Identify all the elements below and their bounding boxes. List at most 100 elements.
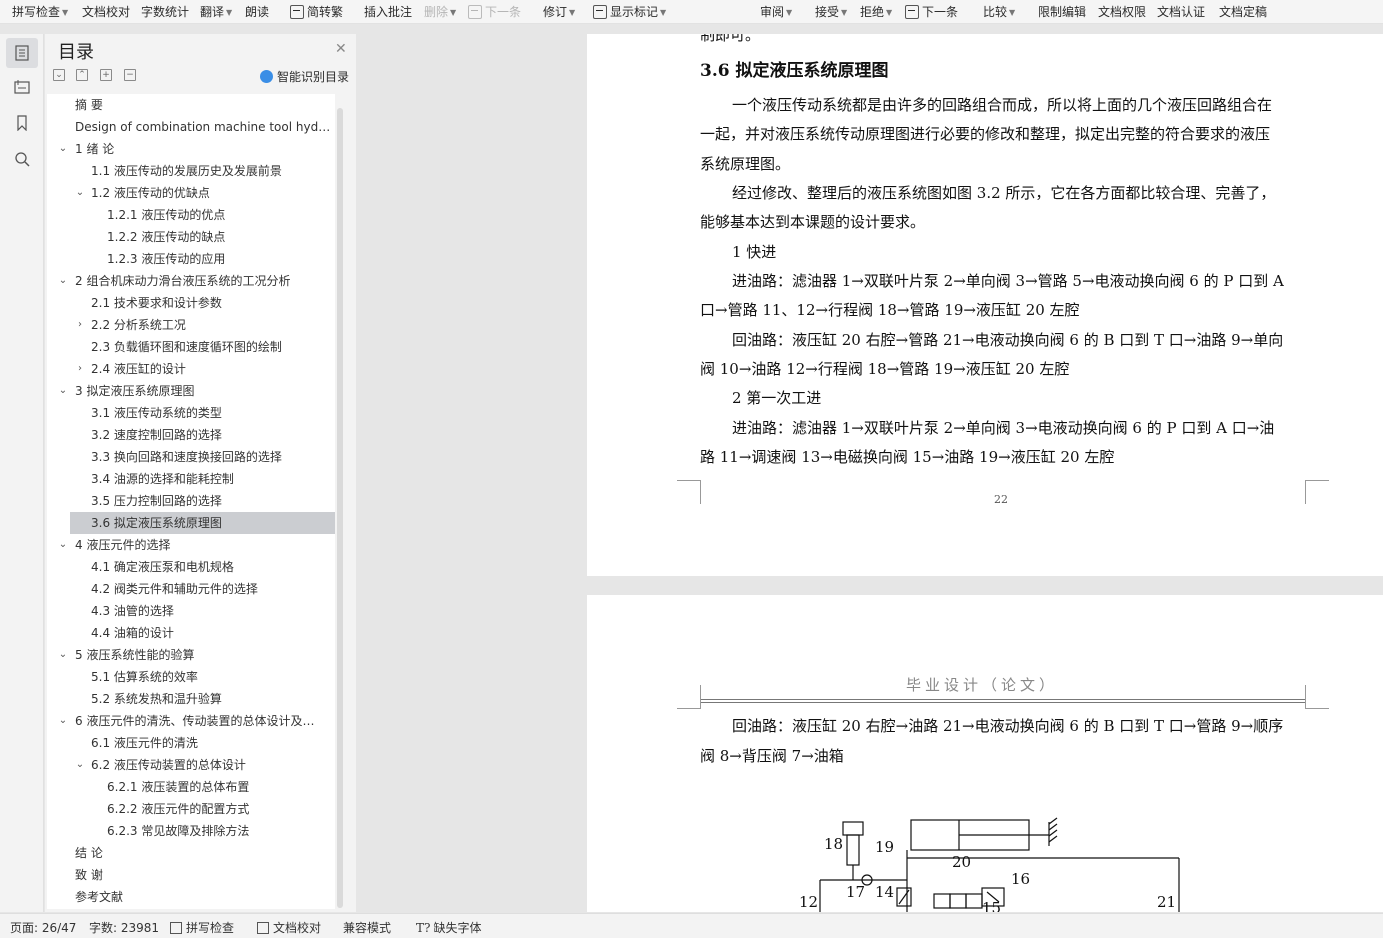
toc-item[interactable]: 2.1 技术要求和设计参数 — [47, 292, 335, 314]
simplified-to-traditional-button[interactable]: 简转繁 — [290, 4, 343, 20]
diagram-label: 14 — [875, 883, 895, 901]
toc-item[interactable]: ⌄ 5 液压系统性能的验算 — [47, 644, 335, 666]
toc-item[interactable]: 3.2 速度控制回路的选择 — [47, 424, 335, 446]
toc-item[interactable]: ⌄ 1.2 液压传动的优缺点 — [47, 182, 335, 204]
search-icon[interactable] — [6, 144, 38, 174]
toc-item[interactable]: 6.2.1 液压装置的总体布置 — [47, 776, 335, 798]
outline-icon[interactable] — [6, 38, 38, 68]
toc-item[interactable]: 5.2 系统发热和温升验算 — [47, 688, 335, 710]
toc-item[interactable]: 致 谢 — [47, 864, 335, 886]
chevron-down-icon[interactable]: ⌄ — [74, 182, 86, 204]
toc-item[interactable]: 6.2.3 常见故障及排除方法 — [47, 820, 335, 842]
doc-certify-button[interactable]: 文档认证 — [1157, 4, 1205, 20]
spell-check-toggle[interactable]: 拼写检查 — [170, 919, 234, 936]
page-indicator[interactable]: 页面: 26/47 — [10, 919, 76, 936]
paragraph-line: 进油路：滤油器 1→双联叶片泵 2→单向阀 3→管路 5→电液动换向阀 6 的 … — [732, 272, 1284, 290]
toc-item[interactable]: 4.2 阀类元件和辅助元件的选择 — [47, 578, 335, 600]
next-comment-icon — [468, 5, 482, 19]
chevron-down-icon[interactable]: ⌄ — [57, 138, 69, 160]
chevron-right-icon[interactable]: › — [74, 314, 86, 336]
translate-button[interactable]: 翻译 ▼ — [200, 4, 232, 20]
toc-item[interactable]: 1.2.1 液压传动的优点 — [47, 204, 335, 226]
paragraph-line: 经过修改、整理后的液压系统图如图 3.2 所示，它在各方面都比较合理、完善了， — [732, 184, 1276, 202]
compare-button[interactable]: 比较 ▼ — [983, 4, 1015, 20]
toc-item[interactable]: Design of combination machine tool hydr… — [47, 116, 335, 138]
word-count-button[interactable]: 字数统计 — [141, 4, 189, 20]
toc-title: 目录 — [58, 42, 94, 63]
toc-item[interactable]: 1.1 液压传动的发展历史及发展前景 — [47, 160, 335, 182]
toc-item[interactable]: 4.4 油箱的设计 — [47, 622, 335, 644]
toc-item[interactable]: › 2.4 液压缸的设计 — [47, 358, 335, 380]
chevron-down-icon[interactable]: ⌄ — [57, 644, 69, 666]
section-heading: 3.6 拟定液压系统原理图 — [700, 61, 889, 81]
chevron-down-icon[interactable]: ⌄ — [57, 710, 69, 732]
paragraph-line: 系统原理图。 — [700, 155, 791, 173]
toc-item[interactable]: ⌄ 4 液压元件的选择 — [47, 534, 335, 556]
toc-item[interactable]: 3.3 换向回路和速度换接回路的选择 — [47, 446, 335, 468]
toc-scrollbar[interactable] — [337, 108, 343, 908]
collapse-all-icon[interactable]: ⌄ — [53, 69, 65, 81]
header-rule — [700, 699, 1305, 700]
margin-corner-mark — [1305, 685, 1329, 709]
document-canvas[interactable]: 制即可。 3.6 拟定液压系统原理图 一个液压传动系统都是由许多的回路组合而成，… — [357, 34, 1383, 912]
chapter-icon[interactable] — [6, 72, 38, 102]
track-changes-button[interactable]: 修订 ▼ — [543, 4, 575, 20]
toc-item[interactable]: › 2.2 分析系统工况 — [47, 314, 335, 336]
toc-item[interactable]: 5.1 估算系统的效率 — [47, 666, 335, 688]
toc-item[interactable]: 参考文献 — [47, 886, 335, 908]
close-icon[interactable]: ✕ — [335, 41, 347, 57]
doc-proofread-button[interactable]: 文档校对 — [82, 4, 130, 20]
next-change-button[interactable]: 下一条 — [905, 4, 958, 20]
toc-item[interactable]: 4.3 油管的选择 — [47, 600, 335, 622]
review-button[interactable]: 审阅 ▼ — [760, 4, 792, 20]
chevron-right-icon[interactable]: › — [74, 358, 86, 380]
page-header: 毕业设计（论文） — [906, 676, 1059, 694]
next-comment-button[interactable]: 下一条 — [468, 4, 521, 20]
spell-check-button[interactable]: 拼写检查 ▼ — [12, 4, 68, 20]
chevron-down-icon[interactable]: ⌄ — [57, 270, 69, 292]
chevron-down-icon[interactable]: ⌄ — [57, 380, 69, 402]
accept-button[interactable]: 接受 ▼ — [815, 4, 847, 20]
read-aloud-button[interactable]: 朗读 — [245, 4, 269, 20]
toc-item[interactable]: 3.4 油源的选择和能耗控制 — [47, 468, 335, 490]
doc-finalize-button[interactable]: 文档定稿 — [1219, 4, 1267, 20]
bookmark-icon[interactable] — [6, 108, 38, 138]
toc-item[interactable]: 3.1 液压传动系统的类型 — [47, 402, 335, 424]
toc-item[interactable]: 4.1 确定液压泵和电机规格 — [47, 556, 335, 578]
missing-font-button[interactable]: T? 缺失字体 — [416, 919, 481, 936]
diagram-label: 21 — [1157, 893, 1177, 911]
toc-item[interactable]: 摘 要 — [47, 94, 335, 116]
delete-comment-button[interactable]: 删除 ▼ — [424, 4, 456, 20]
paragraph-line: 2 第一次工进 — [732, 389, 822, 407]
remove-heading-icon[interactable]: − — [124, 69, 136, 81]
doc-permission-button[interactable]: 文档权限 — [1098, 4, 1146, 20]
toc-item[interactable]: 1.2.2 液压传动的缺点 — [47, 226, 335, 248]
toc-item[interactable]: ⌄ 1 绪 论 — [47, 138, 335, 160]
compat-mode[interactable]: 兼容模式 — [343, 919, 391, 936]
chevron-down-icon[interactable]: ⌄ — [57, 534, 69, 556]
expand-up-icon[interactable]: ⌃ — [76, 69, 88, 81]
toc-item[interactable]: 6.1 液压元件的清洗 — [47, 732, 335, 754]
add-heading-icon[interactable]: + — [100, 69, 112, 81]
insert-comment-button[interactable]: 插入批注 — [364, 4, 412, 20]
proofread-toggle[interactable]: 文档校对 — [257, 919, 321, 936]
toc-item[interactable]: ⌄ 6 液压元件的清洗、传动装置的总体设计及… — [47, 710, 335, 732]
toc-item[interactable]: 结 论 — [47, 842, 335, 864]
toc-item[interactable]: 6.2.2 液压元件的配置方式 — [47, 798, 335, 820]
chevron-down-icon[interactable]: ⌄ — [74, 754, 86, 776]
diagram-label: 18 — [824, 835, 844, 853]
word-count[interactable]: 字数: 23981 — [89, 919, 159, 936]
toc-item[interactable]: ⌄ 3 拟定液压系统原理图 — [47, 380, 335, 402]
proofread-icon — [257, 922, 269, 934]
toc-item[interactable]: 3.5 压力控制回路的选择 — [47, 490, 335, 512]
reject-button[interactable]: 拒绝 ▼ — [860, 4, 892, 20]
restrict-editing-button[interactable]: 限制编辑 — [1038, 4, 1086, 20]
toc-item[interactable]: 2.3 负载循环图和速度循环图的绘制 — [47, 336, 335, 358]
smart-toc-button[interactable]: 智能识别目录 — [260, 68, 349, 85]
show-markup-button[interactable]: 显示标记 ▼ — [593, 4, 666, 20]
paragraph-line: 能够基本达到本课题的设计要求。 — [700, 213, 926, 231]
toc-item[interactable]: ⌄ 6.2 液压传动装置的总体设计 — [47, 754, 335, 776]
toc-item[interactable]: ⌄ 2 组合机床动力滑台液压系统的工况分析 — [47, 270, 335, 292]
toc-item-selected[interactable]: 3.6 拟定液压系统原理图 — [70, 512, 335, 534]
toc-item[interactable]: 1.2.3 液压传动的应用 — [47, 248, 335, 270]
